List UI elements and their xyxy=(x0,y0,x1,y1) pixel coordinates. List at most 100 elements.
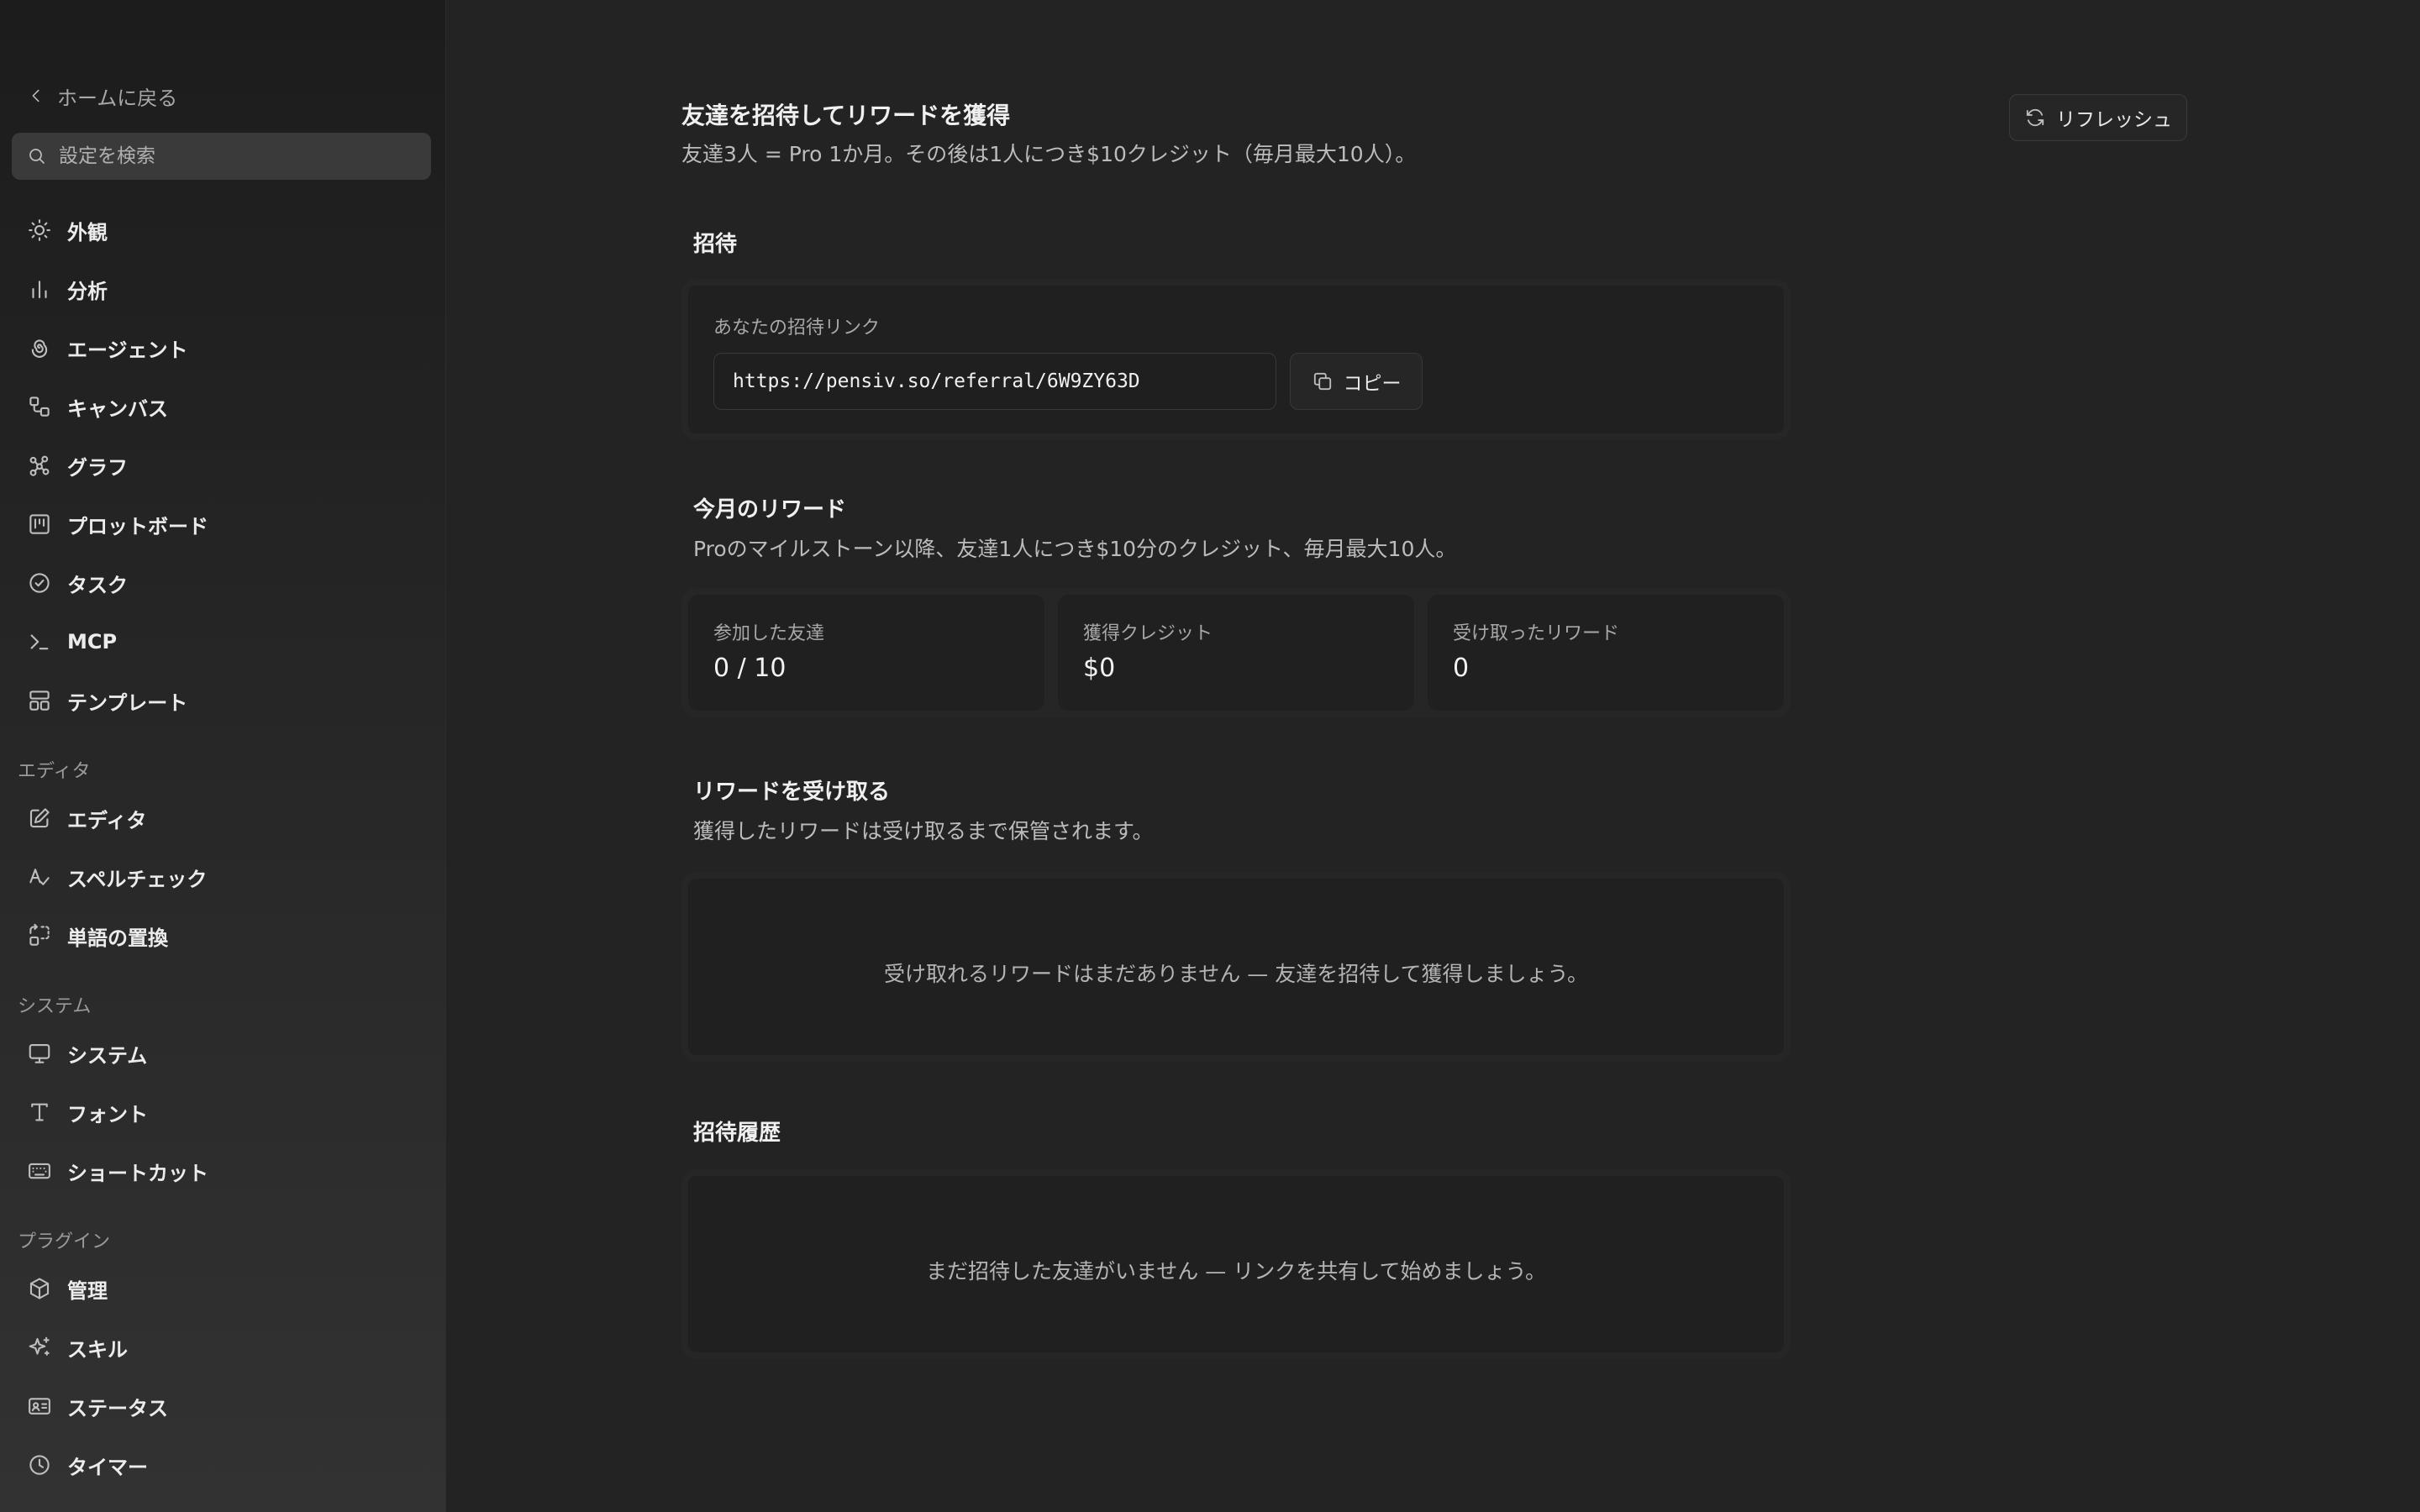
sidebar-item-templates[interactable]: テンプレート xyxy=(12,676,431,725)
copy-button[interactable]: コピー xyxy=(1290,353,1423,410)
sidebar-item-label: プロットボード xyxy=(67,514,208,538)
clock-icon xyxy=(29,1455,50,1475)
stat-claimed-rewards: 受け取ったリワード 0 xyxy=(1428,595,1784,711)
claim-rewards-description: 獲得したリワードは受け取るまで保管されます。 xyxy=(693,819,1154,843)
settings-search[interactable] xyxy=(12,133,431,180)
referral-settings-panel: 友達を招待してリワードを獲得 友達3人 = Pro 1か月。その後は1人につき$… xyxy=(445,0,2420,1512)
sidebar-item-analytics[interactable]: 分析 xyxy=(12,265,431,313)
invite-history-heading: 招待履歴 xyxy=(693,1121,781,1146)
sidebar-item-label: スキル xyxy=(67,1337,128,1362)
sidebar-item-skills[interactable]: スキル xyxy=(12,1323,431,1372)
template-icon xyxy=(29,690,50,711)
page-subtitle: 友達3人 = Pro 1か月。その後は1人につき$10クレジット（毎月最大10人… xyxy=(681,142,1417,166)
sidebar-item-label: エディタ xyxy=(67,808,147,832)
sidebar-item-label: 単語の置換 xyxy=(67,926,168,950)
stat-label: 獲得クレジット xyxy=(1083,623,1213,644)
claim-rewards-heading: リワードを受け取る xyxy=(693,780,891,805)
chevron-left-icon xyxy=(32,89,39,102)
copy-icon xyxy=(1313,372,1331,391)
sidebar-item-status[interactable]: ステータス xyxy=(12,1382,431,1431)
sidebar-item-plotboard[interactable]: プロットボード xyxy=(12,500,431,549)
sun-icon xyxy=(29,219,50,241)
sidebar-item-word-replace[interactable]: 単語の置換 xyxy=(12,911,431,960)
sidebar-item-mcp[interactable]: MCP xyxy=(12,617,431,666)
sidebar-item-label: スペルチェック xyxy=(67,867,208,891)
box-icon xyxy=(29,1278,50,1299)
stat-joined-friends: 参加した友達 0 / 10 xyxy=(688,595,1044,711)
sidebar-item-appearance[interactable]: 外観 xyxy=(12,206,431,255)
search-input[interactable] xyxy=(57,144,413,168)
keyboard-icon xyxy=(29,1163,50,1179)
sidebar-item-label: フォント xyxy=(67,1102,148,1126)
invite-link-field[interactable]: https://pensiv.so/referral/6W9ZY63D xyxy=(713,353,1276,410)
refresh-icon xyxy=(2026,108,2044,127)
sidebar-item-label: エージェント xyxy=(67,338,188,362)
sidebar-item-system[interactable]: システム xyxy=(12,1029,431,1078)
terminal-icon xyxy=(30,634,49,650)
claim-empty-message: 受け取れるリワードはまだありません — 友達を招待して獲得しましょう。 xyxy=(884,962,1588,986)
spiral-icon xyxy=(31,339,48,358)
replace-icon xyxy=(29,923,50,946)
sidebar-item-editor[interactable]: エディタ xyxy=(12,794,431,843)
sidebar-item-label: ショートカット xyxy=(67,1161,208,1185)
canvas-icon xyxy=(29,396,50,417)
sidebar-item-label: ステータス xyxy=(67,1396,168,1420)
sidebar-item-label: MCP xyxy=(67,630,118,654)
monthly-stats: 参加した友達 0 / 10 獲得クレジット $0 受け取ったリワード 0 xyxy=(681,588,1791,717)
sidebar: ホームに戻る 外観 分析 エージェント キャンバス グラフ プ xyxy=(0,0,445,1512)
graph-icon xyxy=(29,455,50,476)
sidebar-item-font[interactable]: フォント xyxy=(12,1088,431,1137)
bar-chart-icon xyxy=(32,281,47,299)
monthly-rewards-heading: 今月のリワード xyxy=(693,497,847,522)
refresh-button[interactable]: リフレッシュ xyxy=(2009,94,2187,141)
sidebar-item-label: グラフ xyxy=(67,455,128,480)
sidebar-section-system: システム xyxy=(18,996,92,1017)
sidebar-item-label: タスク xyxy=(67,573,128,597)
sidebar-item-spellcheck[interactable]: スペルチェック xyxy=(12,853,431,901)
monthly-rewards-description: Proのマイルストーン以降、友達1人につき$10分のクレジット、毎月最大10人。 xyxy=(693,537,1457,561)
sidebar-item-label: システム xyxy=(67,1043,148,1068)
sidebar-item-label: 管理 xyxy=(67,1278,108,1303)
type-icon xyxy=(31,1103,48,1121)
sidebar-item-canvas[interactable]: キャンバス xyxy=(12,382,431,431)
stat-value: 0 xyxy=(1453,654,1470,683)
sidebar-item-label: キャンバス xyxy=(67,396,168,421)
spellcheck-icon xyxy=(29,869,50,885)
sidebar-item-label: タイマー xyxy=(67,1455,148,1479)
invite-link-label: あなたの招待リンク xyxy=(713,318,881,339)
stat-label: 参加した友達 xyxy=(713,623,825,644)
refresh-button-label: リフレッシュ xyxy=(2056,109,2172,131)
stat-earned-credits: 獲得クレジット $0 xyxy=(1058,595,1414,711)
sidebar-section-editor: エディタ xyxy=(18,761,91,782)
page-title: 友達を招待してリワードを獲得 xyxy=(681,102,1011,129)
back-link-label: ホームに戻る xyxy=(57,86,178,110)
stat-value: 0 / 10 xyxy=(713,654,786,683)
sidebar-section-plugins: プラグイン xyxy=(18,1231,111,1252)
sidebar-item-timer[interactable]: タイマー xyxy=(12,1441,431,1489)
sidebar-item-tasks[interactable]: タスク xyxy=(12,559,431,607)
monitor-icon xyxy=(29,1043,50,1063)
check-circle-icon xyxy=(29,573,50,593)
history-empty-message: まだ招待した友達がいません — リンクを共有して始めましょう。 xyxy=(926,1259,1546,1284)
copy-button-label: コピー xyxy=(1343,373,1402,395)
sidebar-item-shortcuts[interactable]: ショートカット xyxy=(12,1147,431,1195)
id-card-icon xyxy=(29,1398,50,1415)
invite-history-card: まだ招待した友達がいません — リンクを共有して始めましょう。 xyxy=(681,1169,1791,1359)
claim-rewards-card: 受け取れるリワードはまだありません — 友達を招待して獲得しましょう。 xyxy=(681,872,1791,1062)
back-to-home-link[interactable]: ホームに戻る xyxy=(27,81,177,111)
sidebar-item-manage[interactable]: 管理 xyxy=(12,1264,431,1313)
sidebar-item-label: テンプレート xyxy=(67,690,188,715)
sidebar-item-label: 分析 xyxy=(67,279,108,303)
sidebar-item-graph[interactable]: グラフ xyxy=(12,441,431,490)
kanban-icon xyxy=(29,514,50,534)
sidebar-item-agent[interactable]: エージェント xyxy=(12,323,431,372)
invite-card: あなたの招待リンク https://pensiv.so/referral/6W9… xyxy=(681,279,1791,440)
stat-value: $0 xyxy=(1083,654,1116,683)
edit-icon xyxy=(29,808,50,828)
invite-heading: 招待 xyxy=(693,232,738,257)
stat-label: 受け取ったリワード xyxy=(1453,623,1620,644)
sidebar-item-label: 外観 xyxy=(67,220,108,244)
search-icon xyxy=(29,149,45,164)
sparkle-icon xyxy=(29,1336,50,1356)
settings-window: ホームに戻る 外観 分析 エージェント キャンバス グラフ プ xyxy=(0,0,2420,1512)
